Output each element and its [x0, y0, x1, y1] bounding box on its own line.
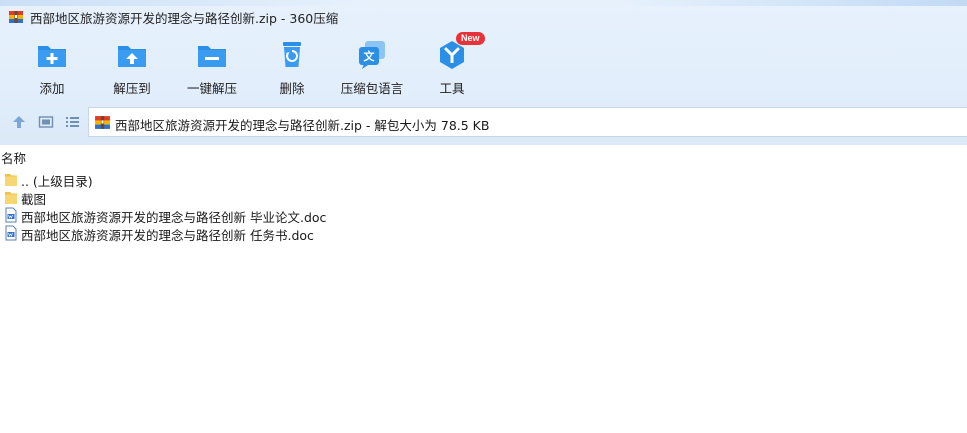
address-text: 西部地区旅游资源开发的理念与路径创新.zip - 解包大小为 78.5 KB	[115, 118, 490, 133]
word-document-icon	[5, 225, 17, 241]
word-document-icon	[5, 207, 17, 223]
add-folder-icon	[38, 46, 66, 67]
file-list: 名称 .. (上级目录) 截图 西部地区旅游资源开发的理念与路径创新 毕业论文.…	[0, 145, 967, 433]
list-item-name: 西部地区旅游资源开发的理念与路径创新 任务书.doc	[21, 228, 314, 243]
delete-label: 删除	[279, 81, 305, 96]
list-item-parent-directory[interactable]: .. (上级目录)	[0, 170, 500, 189]
recycle-bin-icon	[283, 42, 301, 67]
folder-icon	[5, 192, 17, 204]
list-item[interactable]: 截图	[0, 188, 500, 207]
add-label: 添加	[39, 81, 65, 96]
up-arrow-icon[interactable]	[11, 114, 27, 130]
delete-button[interactable]: 删除	[252, 34, 332, 98]
folder-icon	[5, 174, 17, 186]
navigation-row: 西部地区旅游资源开发的理念与路径创新.zip - 解包大小为 78.5 KB	[0, 106, 967, 138]
archive-file-icon	[95, 116, 110, 129]
window-title: 西部地区旅游资源开发的理念与路径创新.zip - 360压缩	[30, 11, 339, 26]
archive-language-label: 压缩包语言	[340, 81, 404, 96]
tools-button[interactable]: New 工具	[412, 32, 492, 98]
list-item[interactable]: 西部地区旅游资源开发的理念与路径创新 任务书.doc	[0, 224, 500, 243]
window-chrome: 西部地区旅游资源开发的理念与路径创新.zip - 360压缩 添加 解压到 一键…	[0, 0, 967, 145]
tools-label: 工具	[439, 81, 465, 96]
new-badge: New	[456, 32, 485, 45]
archive-language-button[interactable]: 文 压缩包语言	[332, 34, 412, 98]
language-icon: 文	[359, 41, 385, 69]
column-header-label: 名称	[1, 151, 27, 166]
extract-to-icon	[118, 46, 146, 67]
thumbnail-view-icon[interactable]	[38, 114, 54, 130]
add-button[interactable]: 添加	[12, 34, 92, 98]
address-bar[interactable]: 西部地区旅游资源开发的理念与路径创新.zip - 解包大小为 78.5 KB	[88, 107, 967, 137]
archive-app-icon	[9, 11, 23, 23]
list-item[interactable]: 西部地区旅游资源开发的理念与路径创新 毕业论文.doc	[0, 206, 500, 225]
toolbar: 添加 解压到 一键解压 删除 文 压缩包语言 New 工具	[0, 32, 967, 98]
svg-text:文: 文	[364, 49, 376, 63]
one-click-extract-button[interactable]: 一键解压	[172, 34, 252, 98]
one-click-extract-icon	[198, 46, 226, 67]
title-bar: 西部地区旅游资源开发的理念与路径创新.zip - 360压缩	[0, 0, 967, 32]
extract-to-button[interactable]: 解压到	[92, 34, 172, 98]
one-click-extract-label: 一键解压	[186, 81, 237, 96]
extract-to-label: 解压到	[113, 81, 151, 96]
list-view-icon[interactable]	[64, 114, 80, 130]
